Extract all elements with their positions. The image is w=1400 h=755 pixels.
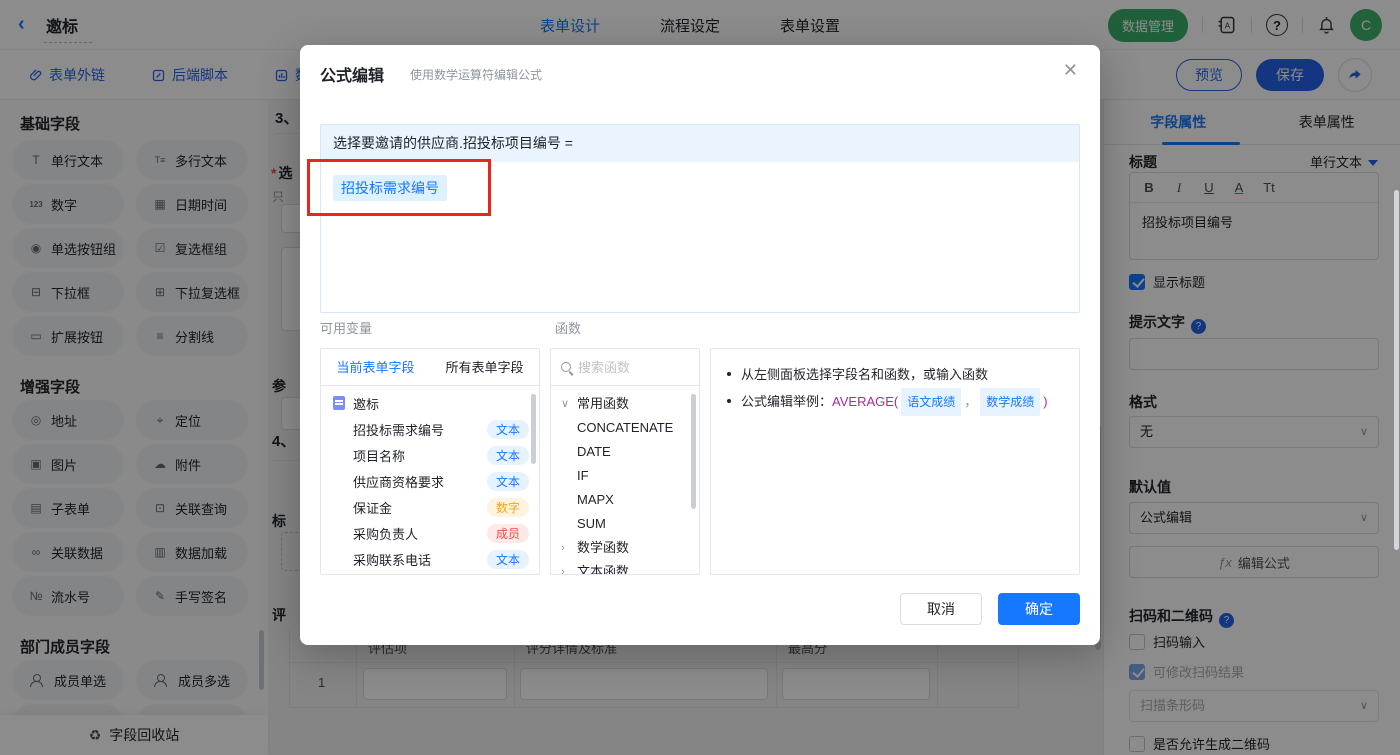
- function-item[interactable]: MAPX: [551, 488, 699, 512]
- type-badge: 文本: [486, 445, 529, 465]
- example-chip: 语文成绩: [901, 388, 962, 416]
- type-badge: 文本: [486, 549, 529, 569]
- tab-all-form-fields[interactable]: 所有表单字段: [430, 349, 539, 385]
- variables-scrollbar[interactable]: [531, 394, 536, 464]
- form-file-icon: [333, 396, 345, 410]
- variable-row[interactable]: 文本: [321, 572, 539, 574]
- variable-row[interactable]: 保证金 数字: [321, 494, 539, 520]
- formula-editor: 选择要邀请的供应商.招投标项目编号 = 招投标需求编号: [320, 124, 1080, 313]
- type-badge: 成员: [486, 523, 529, 543]
- variable-row[interactable]: 项目名称 文本: [321, 442, 539, 468]
- function-item[interactable]: DATE: [551, 440, 699, 464]
- search-icon: [561, 362, 571, 372]
- cancel-button[interactable]: 取消: [900, 593, 982, 625]
- function-item[interactable]: CONCATENATE: [551, 416, 699, 440]
- type-badge: 文本: [486, 471, 529, 491]
- type-badge: 文本: [486, 419, 529, 439]
- function-search-input[interactable]: [578, 359, 678, 375]
- function-group-math[interactable]: › 数学函数: [551, 536, 699, 560]
- variable-row[interactable]: 招投标需求编号 文本: [321, 416, 539, 442]
- functions-scrollbar[interactable]: [691, 394, 696, 509]
- variable-row[interactable]: 采购负责人 成员: [321, 520, 539, 546]
- chevron-right-icon: ›: [561, 566, 565, 575]
- close-icon[interactable]: ✕: [1063, 60, 1078, 81]
- function-item[interactable]: IF: [551, 464, 699, 488]
- modal-title: 公式编辑: [320, 68, 385, 85]
- help-tip-2: 公式编辑举例：AVERAGE(语文成绩，数学成绩): [727, 388, 1063, 416]
- chevron-down-icon: ∨: [561, 398, 570, 410]
- function-search: [551, 349, 699, 386]
- formula-help-panel: 从左侧面板选择字段名和函数，或输入函数 公式编辑举例：AVERAGE(语文成绩，…: [710, 348, 1080, 575]
- confirm-button[interactable]: 确定: [998, 593, 1080, 625]
- bullet-icon: [727, 399, 731, 403]
- functions-label: 函数: [555, 321, 582, 336]
- help-tip-1: 从左侧面板选择字段名和函数，或输入函数: [727, 362, 1063, 388]
- function-group-text[interactable]: › 文本函数: [551, 560, 699, 575]
- type-badge: 数字: [486, 497, 529, 517]
- function-item[interactable]: SUM: [551, 512, 699, 536]
- variable-row[interactable]: 供应商资格要求 文本: [321, 468, 539, 494]
- formula-edit-modal: 公式编辑 使用数学运算符编辑公式 ✕ 选择要邀请的供应商.招投标项目编号 = 招…: [300, 45, 1100, 645]
- chevron-right-icon: ›: [561, 542, 565, 554]
- annotation-highlight-box: [307, 159, 491, 216]
- formula-target-bar: 选择要邀请的供应商.招投标项目编号 =: [321, 125, 1079, 162]
- functions-panel: ∨常用函数 CONCATENATE DATE IF MAPX SUM ›数学函数…: [550, 348, 700, 575]
- function-group-common[interactable]: ∨ 常用函数: [551, 392, 699, 416]
- variables-panel: 当前表单字段 所有表单字段 邀标 招投标需求编号 文本 项目名称 文本 供应商资格要…: [320, 348, 540, 575]
- properties-scrollbar[interactable]: [1394, 190, 1399, 550]
- bullet-icon: [727, 372, 731, 376]
- tab-current-form-fields[interactable]: 当前表单字段: [321, 349, 430, 385]
- example-chip: 数学成绩: [980, 388, 1041, 416]
- variables-label: 可用变量: [320, 321, 373, 336]
- variable-row[interactable]: 采购联系电话 文本: [321, 546, 539, 572]
- app-root: ‹ 邀标 表单设计 流程设定 表单设置 数据管理 A ? C 表单外链 后端脚本…: [0, 0, 1400, 755]
- variables-form-node[interactable]: 邀标: [321, 390, 539, 416]
- modal-subtitle: 使用数学运算符编辑公式: [410, 68, 543, 82]
